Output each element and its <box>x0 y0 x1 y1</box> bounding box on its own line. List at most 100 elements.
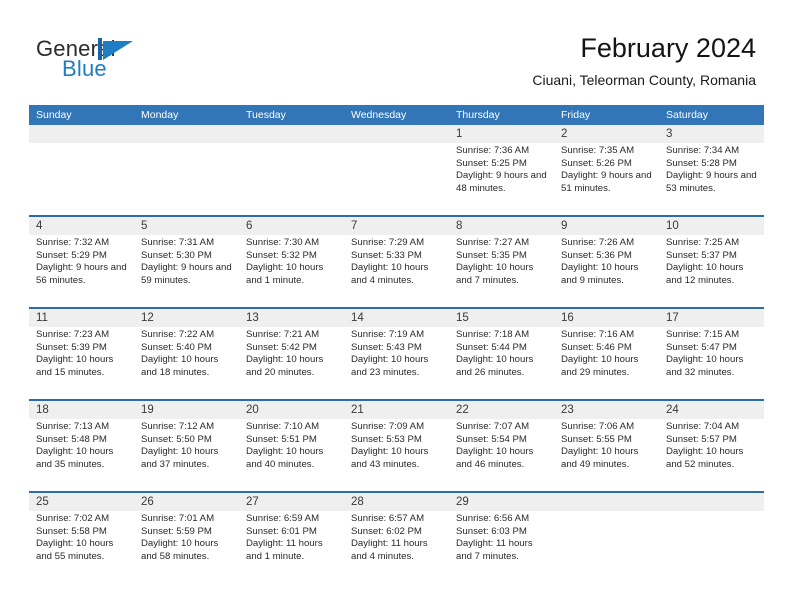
calendar-week-days: 11 Sunrise: 7:23 AM Sunset: 5:39 PM Dayligh… <box>29 309 764 397</box>
sunrise-text: Sunrise: 7:01 AM <box>141 513 215 524</box>
weekday-header-sunday: Sunday <box>36 109 72 121</box>
calendar-week-row: 4 Sunrise: 7:32 AM Sunset: 5:29 PM Daylight… <box>29 215 764 307</box>
daylight-text: Daylight: 10 hours and 58 minutes. <box>141 538 219 562</box>
daylight-text: Daylight: 10 hours and 15 minutes. <box>36 354 114 378</box>
calendar-day-cell[interactable]: 12 Sunrise: 7:22 AM Sunset: 5:40 PM Dayligh… <box>134 309 239 397</box>
sunset-text: Sunset: 5:30 PM <box>141 249 212 261</box>
day-number <box>666 493 761 511</box>
day-number: 25 <box>36 496 49 508</box>
calendar-day-cell[interactable]: 26 Sunrise: 7:01 AM Sunset: 5:59 PM Dayligh… <box>134 493 239 581</box>
daylight-text: Daylight: 10 hours and 12 minutes. <box>666 262 744 286</box>
day-number: 19 <box>141 404 154 416</box>
day-number: 11 <box>36 312 48 324</box>
sunset-text: Sunset: 5:35 PM <box>456 249 527 261</box>
calendar-day-cell[interactable]: 5 Sunrise: 7:31 AM Sunset: 5:30 PM Daylight… <box>134 217 239 305</box>
calendar-day-cell[interactable]: 18 Sunrise: 7:13 AM Sunset: 5:48 PM Dayligh… <box>29 401 134 489</box>
brand-logo[interactable]: General Blue <box>36 36 266 84</box>
daylight-text: Daylight: 10 hours and 1 minute. <box>246 262 324 286</box>
day-number: 21 <box>351 404 364 416</box>
day-number: 10 <box>666 220 679 232</box>
calendar-day-cell-empty <box>659 493 764 581</box>
calendar-day-cell[interactable]: 15 Sunrise: 7:18 AM Sunset: 5:44 PM Dayligh… <box>449 309 554 397</box>
calendar-day-cell[interactable]: 8 Sunrise: 7:27 AM Sunset: 5:35 PM Daylight… <box>449 217 554 305</box>
calendar-table: Sunday Monday Tuesday Wednesday Thursday… <box>29 105 764 583</box>
calendar-day-cell[interactable]: 17 Sunrise: 7:15 AM Sunset: 5:47 PM Dayligh… <box>659 309 764 397</box>
sunrise-text: Sunrise: 7:06 AM <box>561 421 635 432</box>
calendar-day-cell[interactable]: 19 Sunrise: 7:12 AM Sunset: 5:50 PM Dayligh… <box>134 401 239 489</box>
calendar-day-cell[interactable]: 2 Sunrise: 7:35 AM Sunset: 5:26 PM Daylight… <box>554 125 659 213</box>
sunrise-text: Sunrise: 7:15 AM <box>666 329 740 340</box>
sunrise-text: Sunrise: 7:25 AM <box>666 237 740 248</box>
calendar-day-cell[interactable]: 1 Sunrise: 7:36 AM Sunset: 5:25 PM Daylight… <box>449 125 554 213</box>
day-sun-info: Sunrise: 7:23 AM Sunset: 5:39 PM Daylight:… <box>36 329 131 379</box>
calendar-weeks: 1 Sunrise: 7:36 AM Sunset: 5:25 PM Daylight… <box>29 125 764 583</box>
calendar-day-cell[interactable]: 23 Sunrise: 7:06 AM Sunset: 5:55 PM Dayligh… <box>554 401 659 489</box>
calendar-day-cell[interactable]: 22 Sunrise: 7:07 AM Sunset: 5:54 PM Dayligh… <box>449 401 554 489</box>
day-number: 7 <box>351 220 358 232</box>
day-number <box>141 125 236 143</box>
day-sun-info: Sunrise: 7:04 AM Sunset: 5:57 PM Daylight:… <box>666 421 761 471</box>
calendar-day-cell[interactable]: 27 Sunrise: 6:59 AM Sunset: 6:01 PM Dayligh… <box>239 493 344 581</box>
sunset-text: Sunset: 5:59 PM <box>141 525 212 537</box>
day-number: 8 <box>456 220 463 232</box>
calendar-day-cell[interactable]: 10 Sunrise: 7:25 AM Sunset: 5:37 PM Dayligh… <box>659 217 764 305</box>
sunrise-text: Sunrise: 7:30 AM <box>246 237 320 248</box>
calendar-day-cell[interactable]: 24 Sunrise: 7:04 AM Sunset: 5:57 PM Dayligh… <box>659 401 764 489</box>
calendar-day-cell[interactable]: 29 Sunrise: 6:56 AM Sunset: 6:03 PM Dayligh… <box>449 493 554 581</box>
daylight-text: Daylight: 9 hours and 56 minutes. <box>36 262 127 286</box>
sunset-text: Sunset: 5:47 PM <box>666 341 737 353</box>
sunset-text: Sunset: 5:28 PM <box>666 157 737 169</box>
calendar-day-cell[interactable]: 13 Sunrise: 7:21 AM Sunset: 5:42 PM Dayligh… <box>239 309 344 397</box>
calendar-day-cell-empty <box>554 493 659 581</box>
daylight-text: Daylight: 10 hours and 35 minutes. <box>36 446 114 470</box>
calendar-day-cell[interactable]: 20 Sunrise: 7:10 AM Sunset: 5:51 PM Dayligh… <box>239 401 344 489</box>
sunset-text: Sunset: 5:48 PM <box>36 433 107 445</box>
calendar-day-cell[interactable]: 9 Sunrise: 7:26 AM Sunset: 5:36 PM Daylight… <box>554 217 659 305</box>
brand-name-secondary: Blue <box>62 56 107 81</box>
sunset-text: Sunset: 5:25 PM <box>456 157 527 169</box>
sunrise-text: Sunrise: 7:21 AM <box>246 329 320 340</box>
sunrise-text: Sunrise: 7:32 AM <box>36 237 110 248</box>
calendar-day-cell[interactable]: 28 Sunrise: 6:57 AM Sunset: 6:02 PM Dayligh… <box>344 493 449 581</box>
sunrise-text: Sunrise: 7:18 AM <box>456 329 530 340</box>
sunset-text: Sunset: 5:42 PM <box>246 341 317 353</box>
day-number <box>561 493 656 511</box>
page-header: General Blue February 2024 Ciuani, Teleo… <box>0 0 792 100</box>
calendar-day-cell[interactable]: 7 Sunrise: 7:29 AM Sunset: 5:33 PM Daylight… <box>344 217 449 305</box>
sunrise-text: Sunrise: 6:57 AM <box>351 513 425 524</box>
calendar-day-cell[interactable]: 4 Sunrise: 7:32 AM Sunset: 5:29 PM Daylight… <box>29 217 134 305</box>
day-number: 24 <box>666 404 679 416</box>
sunset-text: Sunset: 5:44 PM <box>456 341 527 353</box>
day-sun-info: Sunrise: 7:07 AM Sunset: 5:54 PM Daylight:… <box>456 421 551 471</box>
calendar-day-cell[interactable]: 14 Sunrise: 7:19 AM Sunset: 5:43 PM Dayligh… <box>344 309 449 397</box>
day-sun-info: Sunrise: 6:57 AM Sunset: 6:02 PM Daylight:… <box>351 513 446 563</box>
calendar-day-cell[interactable]: 16 Sunrise: 7:16 AM Sunset: 5:46 PM Dayligh… <box>554 309 659 397</box>
sunset-text: Sunset: 5:37 PM <box>666 249 737 261</box>
day-number <box>246 125 341 143</box>
calendar-day-cell-empty <box>344 125 449 213</box>
sunset-text: Sunset: 5:33 PM <box>351 249 422 261</box>
calendar-day-cell[interactable]: 6 Sunrise: 7:30 AM Sunset: 5:32 PM Daylight… <box>239 217 344 305</box>
weekday-header-saturday: Saturday <box>666 109 709 121</box>
daylight-text: Daylight: 10 hours and 49 minutes. <box>561 446 639 470</box>
day-sun-info: Sunrise: 7:36 AM Sunset: 5:25 PM Daylight:… <box>456 145 551 195</box>
sunrise-text: Sunrise: 7:23 AM <box>36 329 110 340</box>
daylight-text: Daylight: 10 hours and 40 minutes. <box>246 446 324 470</box>
day-sun-info: Sunrise: 7:18 AM Sunset: 5:44 PM Daylight:… <box>456 329 551 379</box>
calendar-day-cell[interactable]: 21 Sunrise: 7:09 AM Sunset: 5:53 PM Dayligh… <box>344 401 449 489</box>
calendar-day-cell[interactable]: 3 Sunrise: 7:34 AM Sunset: 5:28 PM Daylight… <box>659 125 764 213</box>
day-sun-info: Sunrise: 7:02 AM Sunset: 5:58 PM Daylight:… <box>36 513 131 563</box>
sunset-text: Sunset: 6:02 PM <box>351 525 422 537</box>
sunset-text: Sunset: 5:29 PM <box>36 249 107 261</box>
day-sun-info: Sunrise: 7:13 AM Sunset: 5:48 PM Daylight:… <box>36 421 131 471</box>
day-sun-info: Sunrise: 7:27 AM Sunset: 5:35 PM Daylight:… <box>456 237 551 287</box>
calendar-week-row: 1 Sunrise: 7:36 AM Sunset: 5:25 PM Daylight… <box>29 125 764 215</box>
calendar-day-cell[interactable]: 11 Sunrise: 7:23 AM Sunset: 5:39 PM Dayligh… <box>29 309 134 397</box>
weekday-header-monday: Monday <box>141 109 179 121</box>
page-title: February 2024 <box>580 33 756 63</box>
sunrise-text: Sunrise: 7:34 AM <box>666 145 740 156</box>
day-number: 29 <box>456 496 469 508</box>
sunrise-text: Sunrise: 7:13 AM <box>36 421 110 432</box>
daylight-text: Daylight: 10 hours and 18 minutes. <box>141 354 219 378</box>
calendar-day-cell[interactable]: 25 Sunrise: 7:02 AM Sunset: 5:58 PM Dayligh… <box>29 493 134 581</box>
